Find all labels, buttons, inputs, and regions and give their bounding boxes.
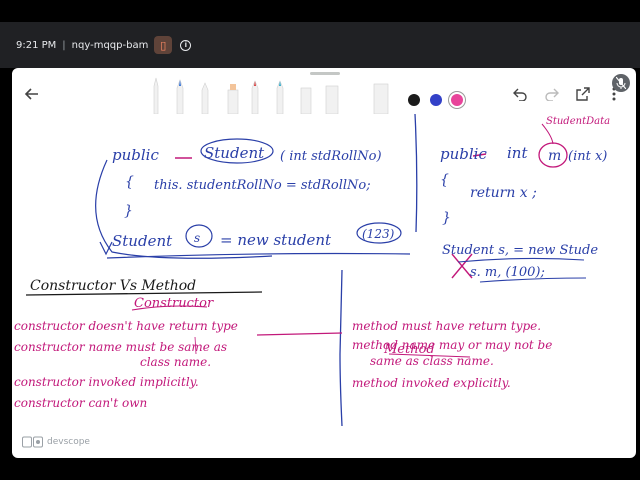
method-return-type: int xyxy=(507,144,528,162)
shared-screen: public Student ( int stdRollNo) { this. … xyxy=(12,68,636,458)
whiteboard-icon[interactable]: ▯ xyxy=(154,36,173,54)
constructor-name: Student xyxy=(204,144,265,162)
method-call: s. m, (100); xyxy=(470,265,545,280)
method-annotation: StudentData xyxy=(546,116,610,127)
constructor-open-brace: { xyxy=(125,174,134,190)
mic-off-icon[interactable] xyxy=(612,74,630,92)
color-pink-swatch[interactable] xyxy=(451,94,463,106)
method-point-1: method must have return type. xyxy=(352,319,541,333)
color-blue-swatch[interactable] xyxy=(430,94,442,106)
constructor-point-3: constructor invoked implicitly. xyxy=(14,375,199,389)
object-new: = new student xyxy=(220,231,332,249)
watermark-text: devscope xyxy=(47,437,90,447)
top-bar xyxy=(0,0,640,22)
constructor-column-header: Constructor xyxy=(134,296,214,311)
watermark: devscope xyxy=(22,436,90,448)
method-object: Student s, = new Stude xyxy=(442,243,598,258)
object-arg: (123) xyxy=(362,227,395,241)
method-open-brace: { xyxy=(440,172,449,188)
object-var: s xyxy=(194,231,200,245)
constructor-point-2: constructor name must be same as xyxy=(14,340,227,354)
meeting-info-bar: 9:21 PM | nqy-mqqp-bam ▯ i xyxy=(0,22,640,68)
back-arrow-icon[interactable] xyxy=(22,84,42,104)
pen-toolbar xyxy=(12,74,636,114)
undo-icon[interactable] xyxy=(510,84,530,104)
constructor-point-4: constructor can't own xyxy=(14,396,147,410)
devscope-logo-icon xyxy=(22,436,43,448)
meeting-time: 9:21 PM xyxy=(16,39,57,51)
method-keyword: public xyxy=(440,145,487,163)
method-name: m xyxy=(548,148,561,164)
constructor-params: ( int stdRollNo) xyxy=(280,149,382,164)
notes-canvas[interactable]: public Student ( int stdRollNo) { this. … xyxy=(12,114,636,458)
method-point-2: method name may or may not be xyxy=(352,338,552,352)
method-point-2-cont: same as class name. xyxy=(370,354,494,368)
color-black-swatch[interactable] xyxy=(408,94,420,106)
method-point-3: method invoked explicitly. xyxy=(352,376,511,390)
redo-icon[interactable] xyxy=(542,84,562,104)
info-icon[interactable]: i xyxy=(180,39,192,51)
constructor-body: this. studentRollNo = stdRollNo; xyxy=(154,178,371,193)
constructor-point-2-cont: class name. xyxy=(140,355,211,369)
pen-tools-icon[interactable] xyxy=(144,74,394,114)
constructor-point-1: constructor doesn't have return type xyxy=(14,319,238,333)
share-icon[interactable] xyxy=(573,84,593,104)
object-type: Student xyxy=(112,232,173,250)
constructor-close-brace: } xyxy=(124,203,133,219)
constructor-keyword: public xyxy=(112,146,159,164)
method-close-brace: } xyxy=(442,210,451,226)
page-title: Constructor Vs Method xyxy=(30,278,196,294)
bottom-bar xyxy=(0,458,640,480)
method-params: (int x) xyxy=(568,149,607,164)
method-body: return x ; xyxy=(470,185,537,201)
separator: | xyxy=(62,39,66,51)
meeting-code: nqy-mqqp-bam xyxy=(71,39,149,51)
